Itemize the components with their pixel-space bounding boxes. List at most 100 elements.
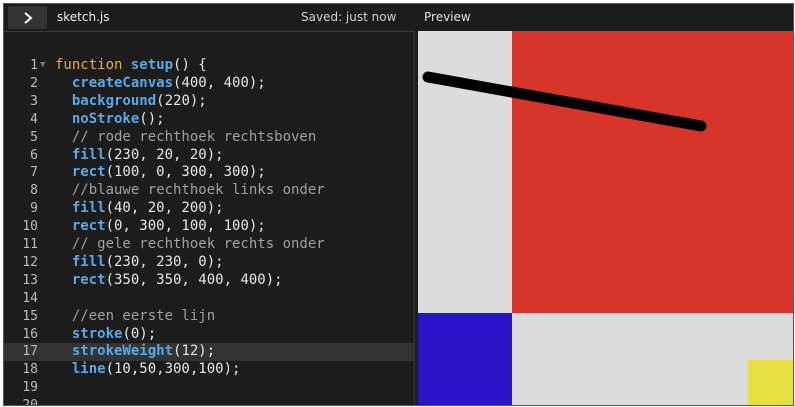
line-number: 20 <box>22 398 38 406</box>
text-token: (230, 20, 20); <box>105 146 224 163</box>
line-number: 1 <box>30 58 38 73</box>
chevron-right-icon <box>23 11 33 24</box>
function-token: createCanvas <box>71 74 174 91</box>
code-line[interactable]: 6 fill(230, 20, 20); <box>4 147 414 165</box>
code-line[interactable]: 10 rect(0, 300, 100, 100); <box>4 218 414 236</box>
function-token: stroke <box>71 325 123 342</box>
function-token: setup <box>130 57 174 73</box>
function-token: fill <box>71 146 106 163</box>
code-line[interactable]: 14 <box>4 290 414 308</box>
code-line[interactable]: 12 fill(230, 230, 0); <box>4 254 414 272</box>
function-token: rect <box>71 218 106 235</box>
save-status: Saved: just now <box>301 10 397 24</box>
line-number: 15 <box>22 308 38 324</box>
code-text: rect(100, 0, 300, 300); <box>55 164 266 182</box>
code-text: createCanvas(400, 400); <box>55 75 266 93</box>
function-token: strokeWeight <box>71 343 174 360</box>
code-text: line(10,50,300,100); <box>55 361 241 379</box>
text-token: (); <box>139 110 165 127</box>
toolbar: sketch.js Saved: just now Preview <box>4 4 793 31</box>
preview-pane <box>418 31 793 405</box>
code-text: rect(0, 300, 100, 100); <box>55 218 266 236</box>
code-line[interactable]: 8 //blauwe rechthoek links onder <box>4 182 414 200</box>
line-number: 19 <box>22 380 38 396</box>
text-token: (400, 400); <box>173 74 266 91</box>
fold-arrow-icon[interactable]: ▼ <box>40 57 45 75</box>
function-token: line <box>71 361 106 378</box>
code-text: noStroke(); <box>55 111 165 129</box>
line-number: 6 <box>30 147 38 163</box>
code-line[interactable]: 16 stroke(0); <box>4 326 414 344</box>
line-number: 18 <box>22 362 38 378</box>
code-line[interactable]: 18 line(10,50,300,100); <box>4 361 414 379</box>
line-number: 12 <box>22 254 38 270</box>
line-number: 2 <box>30 75 38 91</box>
line-number: 13 <box>22 272 38 288</box>
code-text: //een eerste lijn <box>55 308 215 326</box>
code-text: fill(230, 20, 20); <box>55 147 224 165</box>
run-button[interactable] <box>8 6 47 29</box>
code-line[interactable]: 13 rect(350, 350, 400, 400); <box>4 272 414 290</box>
code-line[interactable]: 3 background(220); <box>4 93 414 111</box>
code-line[interactable]: 4 noStroke(); <box>4 111 414 129</box>
code-line[interactable]: 7 rect(100, 0, 300, 300); <box>4 164 414 182</box>
function-token: fill <box>71 253 106 270</box>
line-number: 8 <box>30 183 38 199</box>
yellow-rectangle <box>748 360 793 405</box>
code-line[interactable]: 5 // rode rechthoek rechtsboven <box>4 129 414 147</box>
code-line[interactable]: 11 // gele rechthoek rechts onder <box>4 236 414 254</box>
text-token: (0, 300, 100, 100); <box>105 218 266 235</box>
code-text: background(220); <box>55 93 207 111</box>
code-text: // gele rechthoek rechts onder <box>55 236 325 254</box>
function-token: fill <box>71 200 106 217</box>
code-line[interactable]: 17 strokeWeight(12); <box>4 343 414 362</box>
line-number: 11 <box>22 237 38 252</box>
line-number: 9 <box>30 201 38 217</box>
comment-token: // gele rechthoek rechts onder <box>71 236 325 252</box>
function-token: rect <box>71 271 106 288</box>
code-line[interactable]: 19 <box>4 379 414 397</box>
code-line[interactable]: 2 createCanvas(400, 400); <box>4 75 414 93</box>
code-editor[interactable]: 1 ▼ function setup() {2 createCanvas(400, … <box>4 31 415 406</box>
comment-token: //blauwe rechthoek links onder <box>71 182 325 199</box>
function-token: background <box>71 92 157 109</box>
file-tab[interactable]: sketch.js <box>57 10 109 24</box>
text-token: (40, 20, 200); <box>105 200 224 217</box>
code-text: // rode rechthoek rechtsboven <box>55 129 316 147</box>
function-token: rect <box>71 164 106 181</box>
text-token: (12); <box>173 343 216 360</box>
line-number: 7 <box>30 165 38 181</box>
code-text: fill(40, 20, 200); <box>55 200 224 218</box>
code-line[interactable]: 15 //een eerste lijn <box>4 308 414 326</box>
code-text: function setup() { <box>55 57 207 75</box>
line-number: 16 <box>22 326 38 342</box>
editor-window: sketch.js Saved: just now Preview 1 ▼ func… <box>3 3 794 406</box>
comment-token: // rode rechthoek rechtsboven <box>71 128 317 145</box>
text-token: (100, 0, 300, 300); <box>105 164 266 181</box>
line-number: 3 <box>30 93 38 109</box>
text-token: (220); <box>156 92 207 109</box>
line-number: 14 <box>22 290 38 306</box>
text-token: (0); <box>122 325 157 342</box>
code-text: strokeWeight(12); <box>55 343 215 361</box>
code-line[interactable]: 1 ▼ function setup() { <box>4 57 414 75</box>
code-line[interactable]: 9 fill(40, 20, 200); <box>4 200 414 218</box>
text-token: (230, 230, 0); <box>105 253 224 270</box>
text-token: () { <box>173 57 207 73</box>
code-text: fill(230, 230, 0); <box>55 254 224 272</box>
code-line[interactable]: 20 <box>4 397 414 406</box>
red-rectangle <box>512 31 793 313</box>
function-token: noStroke <box>71 110 140 127</box>
